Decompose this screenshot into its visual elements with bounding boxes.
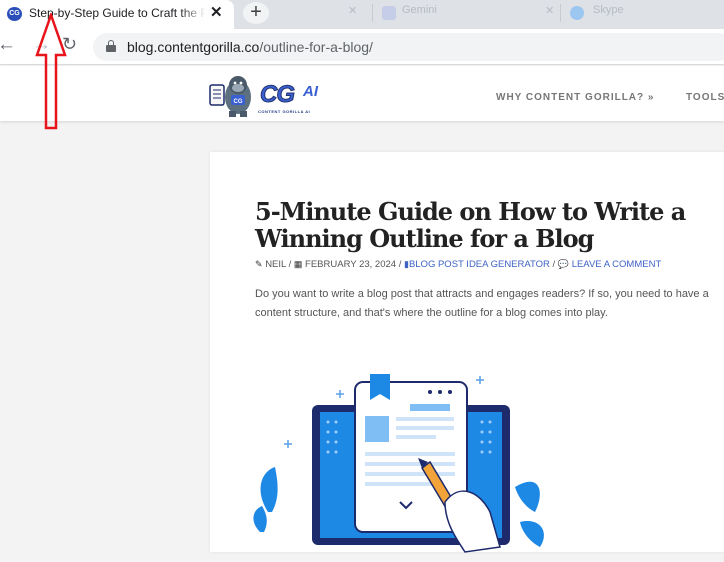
tab-separator: [372, 4, 373, 22]
post-date: FEBRUARY 23, 2024: [305, 259, 397, 270]
article-excerpt: Do you want to write a blog post that at…: [255, 288, 709, 319]
back-arrow-icon[interactable]: ←: [0, 34, 16, 56]
logo-ai-text: AI: [303, 83, 318, 100]
site-logo[interactable]: CG CG AI CONTENT GORILLA AI: [208, 71, 324, 119]
tab-gemini[interactable]: Gemini: [402, 4, 437, 16]
close-tab-icon[interactable]: ✕: [210, 3, 223, 21]
author-name[interactable]: NEIL: [265, 259, 286, 270]
cg-favicon-icon: CG: [7, 7, 22, 21]
skype-favicon-icon: [570, 6, 584, 20]
meta-separator: /: [288, 259, 292, 270]
browser-toolbar: ← → ↻ blog.contentgorilla.co/outline-for…: [0, 29, 724, 65]
svg-text:CG: CG: [234, 99, 243, 105]
address-bar[interactable]: blog.contentgorilla.co/outline-for-a-blo…: [93, 33, 724, 61]
browser-tab-bar: CG Step-by-Step Guide to Craft the P ✕ +…: [0, 0, 724, 29]
ghost-close-icon: ✕: [348, 5, 358, 17]
comments-icon: 💬: [557, 259, 570, 269]
article-card: 5-Minute Guide on How to Write a Winning…: [210, 152, 724, 553]
tab-separator: [560, 4, 561, 22]
leave-comment-link[interactable]: LEAVE A COMMENT: [572, 259, 662, 270]
red-annotation-arrow: [35, 13, 67, 130]
url-path: /outline-for-a-blog/: [259, 39, 373, 55]
nav-tools[interactable]: TOOLS: [686, 92, 724, 103]
new-tab-button[interactable]: +: [243, 2, 269, 24]
logo-text: CG: [260, 81, 296, 109]
laptop-document-illustration: [253, 374, 544, 553]
logo-subtitle: CONTENT GORILLA AI: [258, 109, 311, 114]
gemini-favicon-icon: [382, 6, 396, 20]
ghost-close-icon: ✕: [545, 5, 555, 17]
article-meta: ✎ NEIL / ▦ FEBRUARY 23, 2024 / ▮BLOG POS…: [255, 259, 661, 270]
tab-skype[interactable]: Skype: [593, 4, 624, 16]
url-domain: blog.contentgorilla.co: [127, 39, 260, 55]
calendar-icon: ▦: [293, 259, 303, 269]
pencil-icon: ✎: [255, 259, 263, 269]
category-link[interactable]: BLOG POST IDEA GENERATOR: [409, 259, 550, 270]
tab-title-fade: [180, 2, 206, 24]
site-header: CG CG AI CONTENT GORILLA AI WHY CONTENT …: [0, 66, 724, 121]
article-title: 5-Minute Guide on How to Write a Winning…: [255, 197, 686, 253]
gorilla-mascot-icon: CG: [209, 76, 251, 117]
lock-icon: [106, 40, 116, 52]
meta-separator: /: [552, 259, 556, 270]
url-text[interactable]: blog.contentgorilla.co/outline-for-a-blo…: [127, 39, 373, 55]
nav-why-content-gorilla[interactable]: WHY CONTENT GORILLA? »: [496, 92, 654, 103]
meta-separator: /: [398, 259, 402, 270]
